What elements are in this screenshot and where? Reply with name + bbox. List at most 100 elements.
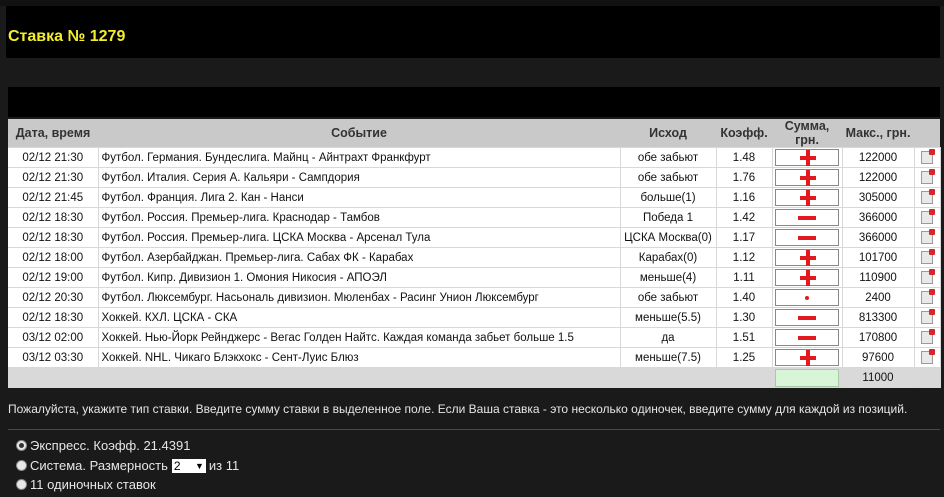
row-date: 02/12 18:30 — [8, 227, 99, 248]
delete-icon[interactable] — [921, 329, 935, 344]
row-sum-cell — [772, 287, 843, 308]
plus-mark — [806, 170, 810, 186]
row-sum-input[interactable] — [775, 149, 839, 166]
dot-mark — [805, 296, 809, 300]
plus-mark — [806, 270, 810, 286]
delete-icon[interactable] — [921, 169, 935, 184]
row-event: Футбол. Кипр. Дивизион 1. Омония Никосия… — [98, 267, 621, 288]
row-sum-input[interactable] — [775, 249, 839, 266]
row-date: 02/12 18:30 — [8, 207, 99, 228]
row-coef: 1.42 — [716, 207, 773, 228]
row-date: 02/12 19:00 — [8, 267, 99, 288]
row-sum-cell — [772, 147, 843, 168]
row-date: 02/12 18:30 — [8, 307, 99, 328]
option-express[interactable]: Экспресс. Коэфф. 21.4391 — [16, 438, 190, 453]
divider — [8, 429, 940, 430]
table-row: 02/12 18:30 Футбол. Россия. Премьер-лига.… — [8, 207, 941, 228]
table-row: 02/12 18:00 Футбол. Азербайджан. Премьер-… — [8, 247, 941, 268]
row-sum-input[interactable] — [775, 349, 839, 366]
delete-icon[interactable] — [921, 269, 935, 284]
row-sum-cell — [772, 347, 843, 368]
row-event: Футбол. Франция. Лига 2. Кан - Нанси — [98, 187, 621, 208]
header-outcome: Исход — [620, 119, 716, 148]
table-row: 02/12 19:00 Футбол. Кипр. Дивизион 1. Омо… — [8, 267, 941, 288]
total-actions — [914, 367, 941, 388]
row-event: Футбол. Италия. Серия А. Кальяри - Сампд… — [98, 167, 621, 188]
bet-table-container: Дата, время Событие Исход Коэфф. Сумма, … — [8, 119, 941, 388]
express-radio[interactable] — [16, 440, 27, 451]
delete-icon[interactable] — [921, 189, 935, 204]
row-actions — [914, 207, 941, 228]
row-sum-cell — [772, 267, 843, 288]
row-event: Футбол. Россия. Премьер-лига. Краснодар … — [98, 207, 621, 228]
row-event: Футбол. Люксембург. Насьональ дивизион. … — [98, 287, 621, 308]
table-row: 02/12 21:30 Футбол. Германия. Бундеслига.… — [8, 147, 941, 168]
row-coef: 1.17 — [716, 227, 773, 248]
row-max: 305000 — [842, 187, 915, 208]
row-sum-input[interactable] — [775, 189, 839, 206]
singles-radio[interactable] — [16, 479, 27, 490]
row-max: 366000 — [842, 207, 915, 228]
header-coef: Коэфф. — [716, 119, 772, 148]
row-sum-cell — [772, 207, 843, 228]
total-sum-input[interactable] — [775, 369, 839, 387]
row-actions — [914, 307, 941, 328]
header-event: Событие — [98, 119, 620, 148]
table-header-row: Дата, время Событие Исход Коэфф. Сумма, … — [8, 119, 940, 148]
row-actions — [914, 167, 941, 188]
row-sum-input[interactable] — [775, 289, 839, 306]
row-event: Хоккей. Нью-Йорк Рейнджерс - Вегас Голде… — [98, 327, 621, 348]
title-bar: Ставка № 1279 — [6, 6, 940, 58]
row-actions — [914, 327, 941, 348]
row-actions — [914, 267, 941, 288]
header-sum: Сумма, грн. — [772, 119, 842, 148]
system-of-label: из 11 — [208, 458, 240, 473]
row-date: 02/12 21:30 — [8, 167, 99, 188]
delete-icon[interactable] — [921, 209, 935, 224]
row-sum-cell — [772, 227, 843, 248]
delete-icon[interactable] — [921, 309, 935, 324]
page-title: Ставка № 1279 — [8, 28, 126, 45]
row-coef: 1.51 — [716, 327, 773, 348]
row-actions — [914, 187, 941, 208]
table-row: 02/12 18:30 Футбол. Россия. Премьер-лига.… — [8, 227, 941, 248]
row-max: 122000 — [842, 147, 915, 168]
delete-icon[interactable] — [921, 149, 935, 164]
delete-icon[interactable] — [921, 289, 935, 304]
row-date: 02/12 20:30 — [8, 287, 99, 308]
row-max: 122000 — [842, 167, 915, 188]
row-event: Футбол. Германия. Бундеслига. Майнц - Ай… — [98, 147, 621, 168]
header-actions — [914, 119, 940, 148]
delete-icon[interactable] — [921, 229, 935, 244]
row-date: 03/12 02:00 — [8, 327, 99, 348]
total-max: 11000 — [842, 367, 915, 388]
total-row: 11000 — [8, 367, 941, 388]
row-sum-input[interactable] — [775, 309, 839, 326]
system-radio[interactable] — [16, 460, 27, 471]
row-coef: 1.16 — [716, 187, 773, 208]
row-actions — [914, 147, 941, 168]
row-outcome: обе забьют — [620, 167, 717, 188]
plus-mark — [806, 250, 810, 266]
delete-icon[interactable] — [921, 349, 935, 364]
header-date: Дата, время — [8, 119, 98, 148]
option-system[interactable]: Система. Размерность 2 ▼ из 11 — [16, 458, 239, 473]
row-sum-cell — [772, 307, 843, 328]
row-coef: 1.25 — [716, 347, 773, 368]
row-sum-input[interactable] — [775, 329, 839, 346]
row-max: 366000 — [842, 227, 915, 248]
option-singles[interactable]: 11 одиночных ставок — [16, 477, 156, 492]
row-sum-input[interactable] — [775, 269, 839, 286]
row-sum-input[interactable] — [775, 169, 839, 186]
delete-icon[interactable] — [921, 249, 935, 264]
row-outcome: меньше(5.5) — [620, 307, 717, 328]
row-max: 97600 — [842, 347, 915, 368]
row-sum-input[interactable] — [775, 229, 839, 246]
row-sum-input[interactable] — [775, 209, 839, 226]
row-sum-cell — [772, 327, 843, 348]
row-event: Футбол. Азербайджан. Премьер-лига. Сабах… — [98, 247, 621, 268]
row-outcome: да — [620, 327, 717, 348]
minus-mark — [798, 216, 816, 220]
system-size-select[interactable]: 2 ▼ — [171, 458, 206, 473]
row-max: 813300 — [842, 307, 915, 328]
